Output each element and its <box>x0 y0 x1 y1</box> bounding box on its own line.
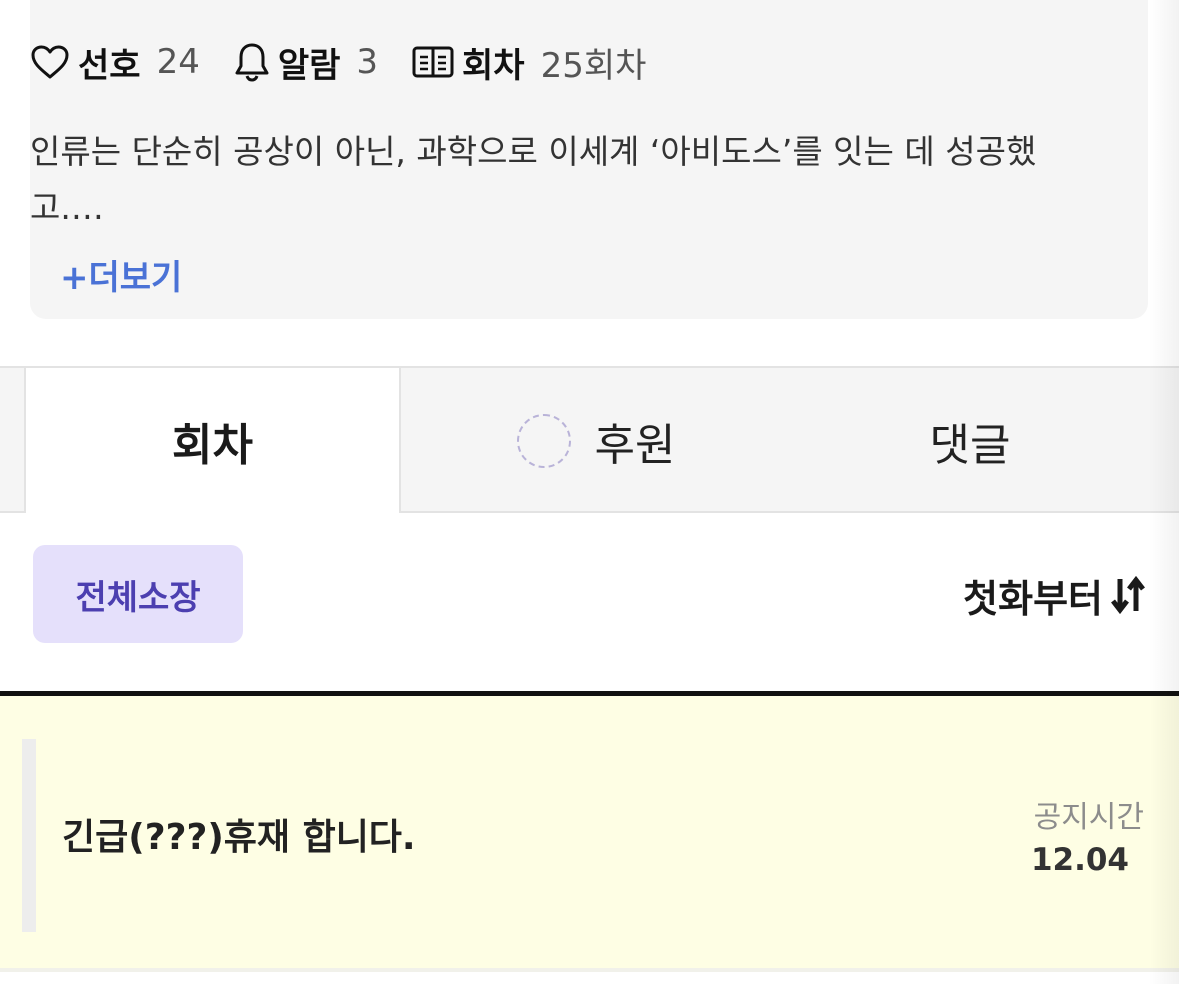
notice-title: 긴급(???)휴재 합니다. <box>62 817 416 858</box>
synopsis-text: 인류는 단순히 공상이 아닌, 과학으로 이세계 ‘아비도스’를 잇는 데 성공… <box>30 132 1037 227</box>
alarm-label: 알람 <box>277 45 341 86</box>
more-button[interactable]: +더보기 <box>60 250 182 299</box>
notice-date: 12.04 <box>1030 842 1129 878</box>
heart-icon <box>30 44 70 80</box>
alarm-stat[interactable]: 알람 3 <box>234 38 378 87</box>
tab-support-label: 후원 <box>594 419 676 471</box>
episodes-count: 25회차 <box>540 45 647 86</box>
stats-row: 선호 24 알람 3 회차 25회차 <box>30 38 680 87</box>
owned-filter-chip[interactable]: 전체소장 <box>33 545 243 643</box>
sort-arrows-icon <box>1111 575 1145 615</box>
favorite-stat[interactable]: 선호 24 <box>30 38 200 87</box>
bottom-divider <box>0 968 1179 972</box>
tab-support[interactable]: 후원 <box>401 368 791 513</box>
favorite-count: 24 <box>156 42 200 82</box>
tab-bar: 회차 후원 댓글 <box>0 366 1179 513</box>
sort-label: 첫화부터 <box>963 576 1103 621</box>
owned-filter-label: 전체소장 <box>75 577 201 618</box>
tab-episodes-label: 회차 <box>172 419 253 471</box>
loading-spinner-icon <box>516 413 571 468</box>
episodes-stat: 회차 25회차 <box>412 38 646 87</box>
sort-button[interactable]: 첫화부터 <box>963 570 1145 621</box>
tab-episodes[interactable]: 회차 <box>24 368 401 513</box>
book-icon <box>412 45 454 79</box>
favorite-label: 선호 <box>78 45 141 86</box>
tab-comments[interactable]: 댓글 <box>770 368 1170 513</box>
alarm-count: 3 <box>356 42 379 82</box>
tab-comments-label: 댓글 <box>929 419 1011 471</box>
notice-item[interactable]: 긴급(???)휴재 합니다. 공지시간 12.04 <box>0 696 1179 968</box>
notice-accent-bar <box>22 739 36 932</box>
notice-time-label: 공지시간 <box>1033 800 1144 835</box>
episodes-label: 회차 <box>462 45 525 86</box>
bell-icon <box>234 42 270 82</box>
